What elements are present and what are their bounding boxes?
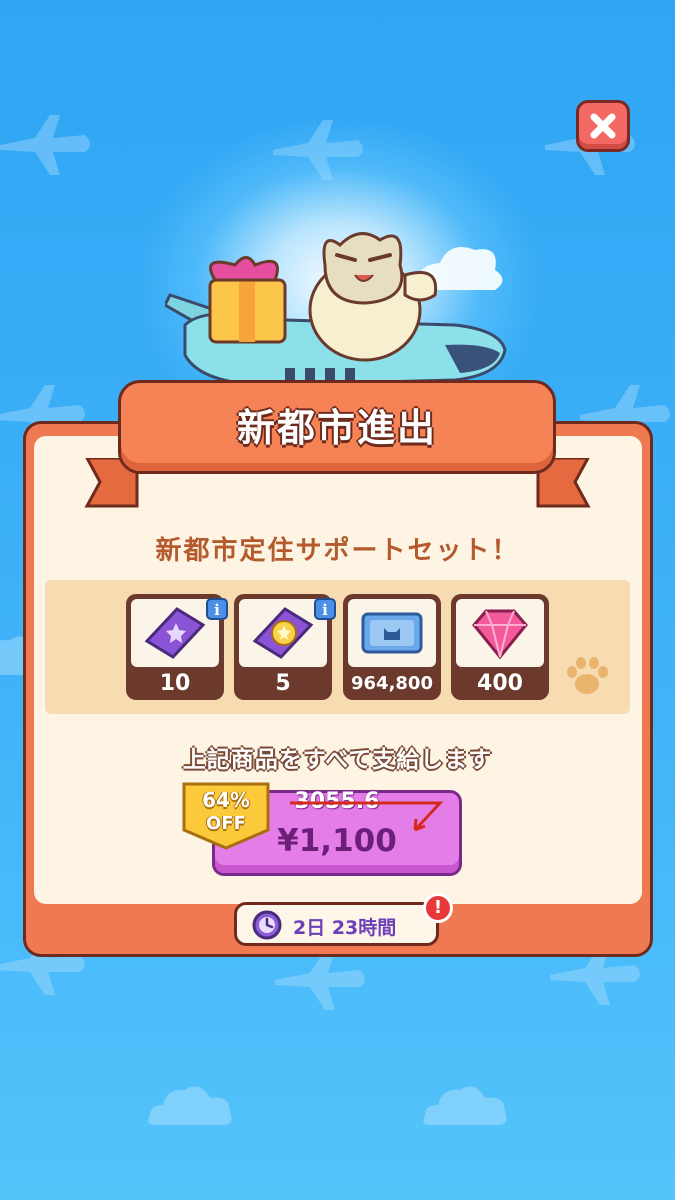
discount-percent: 64% — [202, 788, 250, 812]
reward-item[interactable]: 400 — [451, 594, 549, 700]
reward-item[interactable]: i 5 — [234, 594, 336, 700]
reward-item-count: 964,800 — [351, 673, 433, 694]
reward-item-count: 5 — [275, 671, 291, 696]
background-cloud-icon — [148, 1086, 232, 1125]
offer-timer: 2日 23時間 — [234, 902, 439, 946]
close-button[interactable] — [576, 100, 630, 152]
strikethrough-arrow — [290, 801, 444, 832]
timer-remaining: 2日 23時間 — [293, 917, 397, 939]
clock-icon — [252, 910, 282, 940]
reward-item-count: 400 — [477, 671, 523, 696]
info-badge[interactable]: i — [314, 598, 336, 620]
offer-description: 上記商品をすべて支給します — [182, 747, 493, 773]
reward-item[interactable]: 964,800 — [343, 594, 441, 700]
discount-off-label: OFF — [206, 813, 246, 834]
info-badge[interactable]: i — [206, 598, 228, 620]
close-icon — [590, 113, 616, 139]
gold-star-ticket-icon — [252, 607, 314, 659]
popup-title: 新都市進出 — [236, 405, 437, 450]
purple-star-ticket-icon — [144, 607, 206, 659]
discount-tag: 64% OFF — [180, 780, 272, 850]
background-cloud-icon — [423, 1086, 507, 1125]
paw-icon — [567, 657, 608, 694]
coin-bill-icon — [361, 612, 423, 654]
reward-item-face — [348, 599, 436, 667]
title-ribbon: 新都市進出 — [118, 380, 556, 474]
background-plane-icon — [0, 115, 90, 175]
offer-subtitle: 新都市定住サポートセット！ — [155, 536, 520, 566]
cat-airplane-gift-illustration — [165, 232, 507, 387]
reward-item-face — [456, 599, 544, 667]
reward-item-count: 10 — [159, 671, 191, 696]
pink-gem-icon — [472, 609, 528, 659]
reward-item[interactable]: i 10 — [126, 594, 228, 700]
alert-badge: ! — [423, 893, 453, 923]
